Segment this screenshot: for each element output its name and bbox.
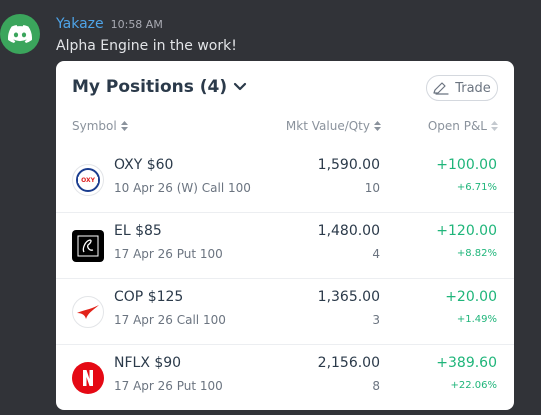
sort-icon (120, 121, 128, 131)
message-header: Yakaze 10:58 AM (56, 16, 163, 32)
position-market-value: 1,590.00 (317, 157, 380, 173)
el-logo-icon (72, 230, 104, 262)
position-market-value: 1,480.00 (317, 223, 380, 239)
position-row-oxy[interactable]: OXY OXY $60 10 Apr 26 (W) Call 100 1,590… (56, 147, 514, 213)
position-symbol: OXY $60 (114, 157, 174, 173)
chevron-down-icon (234, 82, 247, 91)
position-row-cop[interactable]: COP $125 17 Apr 26 Call 100 1,365.00 3 +… (56, 279, 514, 345)
position-description: 17 Apr 26 Put 100 (114, 379, 223, 393)
username[interactable]: Yakaze (56, 16, 104, 32)
position-symbol: EL $85 (114, 223, 162, 239)
position-description: 17 Apr 26 Put 100 (114, 247, 223, 261)
positions-card: My Positions (4) Trade Symbol Mkt Value/… (56, 61, 514, 410)
open-pl-column-header[interactable]: Open P&L (428, 119, 498, 133)
oxy-logo-icon: OXY (72, 164, 104, 196)
position-symbol: COP $125 (114, 289, 184, 305)
market-value-header-label: Mkt Value/Qty (285, 119, 370, 133)
trade-label: Trade (455, 80, 491, 96)
position-qty: 3 (372, 313, 380, 327)
position-description: 17 Apr 26 Call 100 (114, 313, 226, 327)
position-market-value: 1,365.00 (317, 289, 380, 305)
discord-logo-icon (8, 25, 32, 43)
cop-logo-icon (72, 296, 104, 328)
position-market-value: 2,156.00 (317, 355, 380, 371)
position-open-pl: +120.00 (436, 223, 497, 239)
position-open-pl: +100.00 (436, 157, 497, 173)
avatar[interactable] (0, 14, 40, 54)
positions-title: My Positions (4) (72, 77, 228, 97)
sort-icon (374, 121, 381, 131)
position-open-pl-percent: +8.82% (456, 248, 497, 259)
symbol-column-header[interactable]: Symbol (72, 119, 128, 133)
symbol-header-label: Symbol (72, 119, 117, 133)
sort-icon (491, 121, 498, 131)
position-row-el[interactable]: EL $85 17 Apr 26 Put 100 1,480.00 4 +120… (56, 213, 514, 279)
position-symbol: NFLX $90 (114, 355, 182, 371)
open-pl-header-label: Open P&L (427, 119, 487, 133)
position-row-nflx[interactable]: NFLX $90 17 Apr 26 Put 100 2,156.00 8 +3… (56, 345, 514, 410)
svg-text:OXY: OXY (81, 177, 96, 184)
trade-button[interactable]: Trade (426, 75, 498, 101)
position-qty: 10 (364, 181, 380, 195)
positions-title-dropdown[interactable]: My Positions (4) (72, 77, 247, 97)
position-open-pl: +389.60 (436, 355, 497, 371)
message-text: Alpha Engine in the work! (56, 38, 237, 54)
pencil-icon (433, 82, 449, 95)
position-qty: 4 (372, 247, 380, 261)
position-qty: 8 (372, 379, 380, 393)
position-open-pl: +20.00 (445, 289, 497, 305)
position-open-pl-percent: +22.06% (450, 380, 497, 391)
timestamp: 10:58 AM (110, 18, 163, 31)
nflx-logo-icon (72, 362, 104, 394)
market-value-column-header[interactable]: Mkt Value/Qty (286, 119, 381, 133)
position-description: 10 Apr 26 (W) Call 100 (114, 181, 251, 195)
position-open-pl-percent: +1.49% (456, 314, 497, 325)
position-open-pl-percent: +6.71% (456, 182, 497, 193)
